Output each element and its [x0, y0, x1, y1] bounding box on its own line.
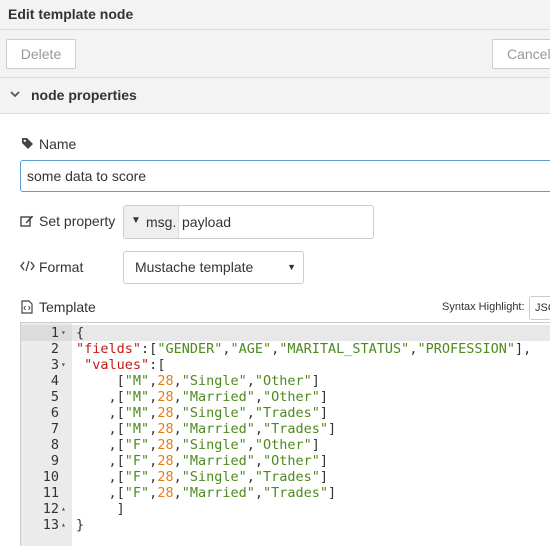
property-value[interactable]: payload [182, 214, 231, 230]
line-number: 5 [50, 389, 59, 405]
code-text: "values":[ [84, 357, 166, 373]
name-label: Name [39, 136, 77, 152]
set-property-label: Set property [39, 213, 116, 229]
line-number: 2 [50, 341, 59, 357]
fold-close-icon[interactable]: ▴ [61, 517, 71, 533]
code-line[interactable]: 9 ,["F",28,"Married","Other"] [21, 453, 550, 469]
fold-close-icon[interactable]: ▴ [61, 501, 71, 517]
code-line[interactable]: 13 ▴} [21, 517, 550, 533]
chevron-down-icon[interactable] [10, 87, 22, 101]
line-number: 11 [42, 485, 59, 501]
dialog-toolbar: Delete Cancel [0, 30, 550, 78]
line-number: 1 [50, 325, 59, 341]
fold-open-icon[interactable]: ▾ [61, 325, 71, 341]
template-label: Template [39, 299, 96, 315]
line-number: 8 [50, 437, 59, 453]
line-number: 10 [42, 469, 59, 485]
property-typed-input[interactable]: ▼ msg. payload [123, 205, 374, 239]
code-text: ["M",28,"Single","Other"] [76, 373, 320, 389]
property-type-label: msg. [146, 214, 177, 230]
name-label-row: Name [20, 136, 76, 152]
code-text: ,["F",28,"Single","Trades"] [76, 469, 329, 485]
line-number: 4 [50, 373, 59, 389]
section-node-properties[interactable]: node properties [0, 78, 550, 114]
code-text: } [76, 517, 85, 533]
code-line[interactable]: 10 ,["F",28,"Single","Trades"] [21, 469, 550, 485]
code-line[interactable]: 12 ▴ ] [21, 501, 550, 517]
code-line[interactable]: 8 ,["F",28,"Single","Other"] [21, 437, 550, 453]
dialog-title: Edit template node [8, 6, 134, 22]
line-number: 12 [42, 501, 59, 517]
code-line[interactable]: 4 ["M",28,"Single","Other"] [21, 373, 550, 389]
name-input[interactable]: some data to score [20, 160, 550, 192]
line-number: 6 [50, 405, 59, 421]
line-number: 7 [50, 421, 59, 437]
dropdown-arrow-icon: ▼ [287, 262, 296, 272]
file-code-icon [20, 300, 34, 314]
code-text: ,["M",28,"Single","Trades"] [76, 405, 329, 421]
code-text: ] [76, 501, 125, 517]
code-text: ,["M",28,"Married","Trades"] [76, 421, 337, 437]
code-line[interactable]: 3 ▾ "values":[ [21, 357, 550, 373]
line-number: 13 [42, 517, 59, 533]
code-line[interactable]: 7 ,["M",28,"Married","Trades"] [21, 421, 550, 437]
tag-icon [20, 137, 34, 151]
delete-button[interactable]: Delete [6, 39, 76, 69]
format-selected-value: Mustache template [135, 259, 254, 275]
format-select[interactable]: Mustache template ▼ [123, 251, 304, 284]
dialog-titlebar: Edit template node [0, 0, 550, 30]
code-text: ,["F",28,"Single","Other"] [76, 437, 320, 453]
template-code-editor[interactable]: 1 ▾ {2 "fields":["GENDER","AGE","MARITAL_ST… [20, 322, 550, 546]
code-line[interactable]: 11 ,["F",28,"Married","Trades"] [21, 485, 550, 501]
code-line[interactable]: 6 ,["M",28,"Single","Trades"] [21, 405, 550, 421]
code-line[interactable]: 2 "fields":["GENDER","AGE","MARITAL_STATU… [21, 341, 550, 357]
format-label: Format [39, 259, 84, 275]
code-text: { [76, 325, 85, 341]
code-line[interactable]: 1 ▾ { [21, 325, 550, 341]
cancel-button[interactable]: Cancel [492, 39, 550, 69]
code-text: ,["F",28,"Married","Trades"] [76, 485, 337, 501]
syntax-highlight-select[interactable]: JSON [529, 296, 550, 320]
template-label-row: Template [20, 299, 96, 315]
code-text: ,["M",28,"Married","Other"] [76, 389, 329, 405]
fold-open-icon[interactable]: ▾ [61, 357, 71, 373]
code-line[interactable]: 5 ,["M",28,"Married","Other"] [21, 389, 550, 405]
edit-icon [20, 214, 34, 228]
format-label-row: Format [20, 259, 83, 275]
code-text: ,["F",28,"Married","Other"] [76, 453, 329, 469]
code-text: "fields":["GENDER","AGE","MARITAL_STATUS… [76, 341, 532, 357]
property-type-selector[interactable]: ▼ msg. [124, 206, 179, 238]
code-icon [20, 260, 35, 274]
caret-down-icon: ▼ [131, 215, 141, 226]
set-property-label-row: Set property [20, 213, 115, 229]
section-label: node properties [31, 87, 137, 103]
line-number: 9 [50, 453, 59, 469]
syntax-highlight-label: Syntax Highlight: [442, 301, 525, 313]
line-number: 3 [50, 357, 59, 373]
